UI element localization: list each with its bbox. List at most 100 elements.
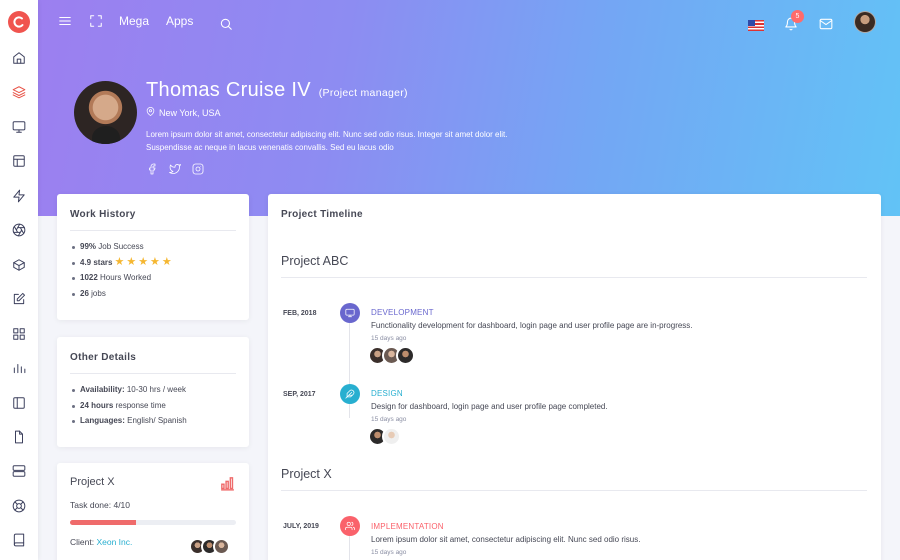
list-item: 26 jobs xyxy=(70,286,174,302)
home-icon[interactable] xyxy=(9,48,29,68)
profile-bio: Lorem ipsum dolor sit amet, consectetur … xyxy=(146,128,566,154)
apps-menu-link[interactable]: Apps xyxy=(166,11,193,31)
profile-location: New York, USA xyxy=(146,107,221,118)
list-item: 24 hours response time xyxy=(70,398,187,414)
edit-icon[interactable] xyxy=(9,289,29,309)
star-rating-icon: ★★★★★ xyxy=(114,255,174,268)
team-avatars xyxy=(189,538,230,555)
profile-name-text: Thomas Cruise IV xyxy=(146,79,311,101)
twitter-icon[interactable] xyxy=(169,162,181,180)
notification-count-badge: 5 xyxy=(791,10,804,23)
instagram-icon[interactable] xyxy=(192,162,204,180)
avatar[interactable] xyxy=(396,346,415,365)
availability-label: Availability: xyxy=(80,385,125,394)
client-label: Client: xyxy=(70,537,95,547)
sidebar-layout-icon[interactable] xyxy=(9,393,29,413)
users-icon xyxy=(340,516,360,536)
project-x-title: Project X xyxy=(70,476,115,488)
us-flag-icon[interactable] xyxy=(748,15,764,35)
timeline-description: Lorem ipsum dolor sit amet, consectetur … xyxy=(371,535,641,544)
aperture-icon[interactable] xyxy=(9,220,29,240)
layers-icon[interactable] xyxy=(9,82,29,102)
bar-chart-icon[interactable] xyxy=(9,358,29,378)
job-success-label: Job Success xyxy=(98,242,144,251)
menu-toggle-icon[interactable] xyxy=(58,11,72,31)
timeline-heading[interactable]: IMPLEMENTATION xyxy=(371,522,444,531)
task-progress-fill xyxy=(70,520,137,525)
brand-logo-icon[interactable] xyxy=(8,11,30,33)
other-details-card: Other Details Availability: 10-30 hrs / … xyxy=(57,337,249,447)
timeline-section-title: Project X xyxy=(281,467,332,481)
feather-icon xyxy=(340,384,360,404)
timeline-description: Functionality development for dashboard,… xyxy=(371,321,693,330)
jobs-label: jobs xyxy=(91,288,106,298)
task-done-text: Task done: 4/10 xyxy=(70,500,131,510)
profile-location-text: New York, USA xyxy=(159,107,221,118)
client-row: Client: Xeon Inc. xyxy=(70,537,132,547)
work-history-card: Work History 99% Job Success 4.9 stars ★★… xyxy=(57,194,249,320)
other-details-list: Availability: 10-30 hrs / week 24 hours … xyxy=(70,382,187,429)
timeline-time: 15 days ago xyxy=(371,335,407,342)
life-buoy-icon[interactable] xyxy=(9,496,29,516)
divider xyxy=(70,373,236,374)
jobs-value: 26 xyxy=(80,288,89,298)
profile-role: (Project manager) xyxy=(318,87,408,99)
mega-menu-link[interactable]: Mega xyxy=(119,11,149,31)
languages-label: Languages: xyxy=(80,416,125,425)
project-timeline-card: Project Timeline xyxy=(268,194,881,560)
response-value: 24 hours xyxy=(80,400,114,410)
profile-bio-line: Lorem ipsum dolor sit amet, consectetur … xyxy=(146,130,508,139)
hours-value: 1022 xyxy=(80,273,98,282)
list-item: 99% Job Success xyxy=(70,239,174,255)
timeline-section-title: Project ABC xyxy=(281,254,349,268)
divider xyxy=(281,490,867,491)
timeline-heading[interactable]: DESIGN xyxy=(371,389,403,398)
user-avatar[interactable] xyxy=(854,11,876,33)
work-history-list: 99% Job Success 4.9 stars ★★★★★ 1022 Hour… xyxy=(70,239,174,301)
layout-icon[interactable] xyxy=(9,151,29,171)
monitor-icon xyxy=(340,303,360,323)
notifications-bell-icon[interactable]: 5 xyxy=(784,10,804,34)
mail-icon[interactable] xyxy=(819,14,833,34)
timeline-description: Design for dashboard, login page and use… xyxy=(371,402,608,411)
list-item: 4.9 stars ★★★★★ xyxy=(70,255,174,271)
other-details-title: Other Details xyxy=(70,352,137,363)
avatar[interactable] xyxy=(382,427,401,446)
book-icon[interactable] xyxy=(9,530,29,550)
file-icon[interactable] xyxy=(9,427,29,447)
list-item: 1022 Hours Worked xyxy=(70,270,174,286)
zap-icon[interactable] xyxy=(9,186,29,206)
timeline-date: JULY, 2019 xyxy=(283,523,319,530)
profile-avatar xyxy=(74,81,137,144)
project-x-card: Project X Task done: 4/10 Client: Xeon I… xyxy=(57,463,249,560)
top-navbar: Mega Apps 5 xyxy=(38,0,900,44)
timeline-line xyxy=(349,536,350,560)
avatar[interactable] xyxy=(213,538,230,555)
facebook-icon[interactable] xyxy=(146,162,158,180)
job-success-value: 99% xyxy=(80,242,97,251)
server-icon[interactable] xyxy=(9,461,29,481)
timeline-heading[interactable]: DEVELOPMENT xyxy=(371,308,434,317)
list-item: Languages: English/ Spanish xyxy=(70,413,187,429)
box-icon[interactable] xyxy=(9,255,29,275)
map-pin-icon xyxy=(146,107,155,118)
timeline-time: 15 days ago xyxy=(371,416,407,423)
hours-label: Hours Worked xyxy=(100,273,152,282)
availability-value: 10-30 hrs / week xyxy=(126,385,186,394)
response-label: response time xyxy=(115,400,166,410)
timeline-time: 15 days ago xyxy=(371,549,407,556)
search-icon[interactable] xyxy=(219,14,233,34)
sidebar xyxy=(0,0,38,560)
rating-value: 4.9 stars xyxy=(80,257,113,267)
timeline-avatars xyxy=(368,346,415,365)
fullscreen-icon[interactable] xyxy=(89,11,103,31)
timeline-date: SEP, 2017 xyxy=(283,391,316,398)
social-links xyxy=(146,162,204,180)
timeline-avatars xyxy=(368,427,401,446)
client-link[interactable]: Xeon Inc. xyxy=(96,537,132,547)
grid-icon[interactable] xyxy=(9,324,29,344)
profile-bio-line: Suspendisse ac neque in lacus venenatis … xyxy=(146,143,394,152)
divider xyxy=(281,277,867,278)
project-timeline-title: Project Timeline xyxy=(281,209,363,220)
monitor-icon[interactable] xyxy=(9,117,29,137)
